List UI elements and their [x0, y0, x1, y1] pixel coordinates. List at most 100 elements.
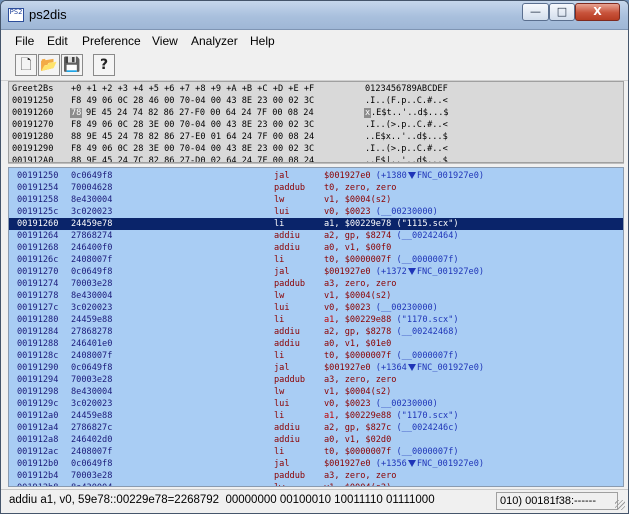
- hex-row[interactable]: 00191260 78 9E 45 24 74 82 86 27-F0 00 64 …: [9, 108, 623, 120]
- hex-row-ascii: ..E$|..'..d$...$: [365, 156, 448, 163]
- instruction-mnemonic: jal: [274, 363, 290, 373]
- instruction-comment: ("1170.scx"): [396, 315, 459, 325]
- instruction-address: 0019128c: [17, 351, 59, 361]
- instruction-operands: a0, v1, $01e0: [324, 339, 392, 349]
- instruction-row[interactable]: 0019129c 3c020023 lui v0, $0023 (__00230000…: [9, 398, 623, 410]
- instruction-row[interactable]: 001912ac 2408007f li t0, $0000007f (__00000…: [9, 446, 623, 458]
- instruction-row[interactable]: 0019125c 3c020023 lui v0, $0023 (__00230000…: [9, 206, 623, 218]
- instruction-operand-group: a1, $00229e78 ("1115.scx"): [324, 219, 459, 229]
- instruction-row[interactable]: 0019126c 2408007f li t0, $0000007f (__00000…: [9, 254, 623, 266]
- maximize-button[interactable]: □: [549, 3, 575, 21]
- menu-analyzer[interactable]: Analyzer: [191, 34, 238, 48]
- instruction-row[interactable]: 00191254 70004628 paddub t0, zero, zero: [9, 182, 623, 194]
- new-file-button[interactable]: 🗋: [15, 54, 37, 76]
- instruction-operands: , $00229e88: [334, 411, 392, 421]
- instruction-operands: a2, gp, $8278: [324, 327, 392, 337]
- help-button[interactable]: ?: [93, 54, 115, 76]
- instruction-row[interactable]: 00191294 70003e28 paddub a3, zero, zero: [9, 374, 623, 386]
- instruction-comment: (+1356: [375, 459, 407, 469]
- hex-row[interactable]: 001912A0 88 9E 45 24 7C 82 86 27-D0 02 64…: [9, 156, 623, 163]
- hex-row[interactable]: 00191270 F8 49 06 0C 28 3E 00 70-04 00 43…: [9, 120, 623, 132]
- jump-target-label[interactable]: FNC_001927e0): [417, 267, 484, 277]
- menu-preference[interactable]: Preference: [82, 34, 141, 48]
- main-window: PS2 ps2dis — □ X File Edit Preference Vi…: [0, 0, 629, 514]
- save-button[interactable]: 💾: [61, 54, 83, 76]
- close-button[interactable]: X: [575, 3, 620, 21]
- instruction-row[interactable]: 00191278 8e430004 lw v1, $0004(s2): [9, 290, 623, 302]
- menu-view[interactable]: View: [152, 34, 178, 48]
- hex-view[interactable]: Greet2Bs +0 +1 +2 +3 +4 +5 +6 +7 +8 +9 +…: [8, 81, 624, 163]
- instruction-row[interactable]: 0019128c 2408007f li t0, $0000007f (__00000…: [9, 350, 623, 362]
- jump-target-label[interactable]: FNC_001927e0): [417, 171, 484, 181]
- instruction-operands: t0, $0000007f: [324, 447, 392, 457]
- instruction-operands: a1, $00229e78: [324, 219, 392, 229]
- instruction-row[interactable]: 00191298 8e430004 lw v1, $0004(s2): [9, 386, 623, 398]
- instruction-operand-group: v1, $0004(s2): [324, 387, 391, 397]
- menu-help[interactable]: Help: [250, 34, 275, 48]
- hex-row[interactable]: 00191290 F8 49 06 0C 28 3E 00 70-04 00 43…: [9, 144, 623, 156]
- instruction-row[interactable]: 0019127c 3c020023 lui v0, $0023 (__00230000…: [9, 302, 623, 314]
- instruction-row[interactable]: 001912a4 2786827c addiu a2, gp, $827c (__00…: [9, 422, 623, 434]
- title-bar[interactable]: PS2 ps2dis — □ X: [1, 1, 628, 30]
- instruction-operand-group: v1, $0004(s2): [324, 483, 391, 486]
- instruction-address: 001912b0: [17, 459, 59, 469]
- disassembly-view[interactable]: 00191250 0c0649f8 jal $001927e0 (+1380 FNC_0…: [8, 167, 624, 487]
- hex-row[interactable]: 00191280 88 9E 45 24 78 82 86 27-E0 01 64…: [9, 132, 623, 144]
- instruction-address: 00191254: [17, 183, 59, 193]
- instruction-comment: (__0000007f): [396, 255, 459, 265]
- instruction-mnemonic: lw: [274, 483, 284, 486]
- instruction-hex: 246401e0: [71, 339, 113, 349]
- instruction-row[interactable]: 00191250 0c0649f8 jal $001927e0 (+1380 FNC_0…: [9, 170, 623, 182]
- instruction-row[interactable]: 00191268 246400f0 addiu a0, v1, $00f0: [9, 242, 623, 254]
- instruction-row[interactable]: 001912a0 24459e88 li a1, $00229e88 ("1170.s…: [9, 410, 623, 422]
- instruction-row[interactable]: 001912b4 70003e28 paddub a3, zero, zero: [9, 470, 623, 482]
- instruction-address: 001912a4: [17, 423, 59, 433]
- instruction-operands: t0, $0000007f: [324, 351, 392, 361]
- hex-selected-byte[interactable]: 78: [70, 108, 83, 118]
- instruction-address: 0019127c: [17, 303, 59, 313]
- highlighted-register: a1: [324, 411, 335, 421]
- instruction-hex: 0c0649f8: [71, 459, 113, 469]
- instruction-operand-group: a2, gp, $8278 (__00242468): [324, 327, 459, 337]
- hex-row[interactable]: 00191250 F8 49 06 0C 28 46 00 70-04 00 43…: [9, 96, 623, 108]
- instruction-row[interactable]: 00191280 24459e88 li a1, $00229e88 ("1170.s…: [9, 314, 623, 326]
- instruction-mnemonic: paddub: [274, 279, 306, 289]
- instruction-row[interactable]: 00191264 27868274 addiu a2, gp, $8274 (__00…: [9, 230, 623, 242]
- instruction-comment: (__00230000): [375, 399, 438, 409]
- menu-edit[interactable]: Edit: [47, 34, 68, 48]
- instruction-comment: (__00242468): [396, 327, 459, 337]
- hex-row-bytes: 88 9E 45 24 78 82 86 27-E0 01 64 24 7F 0…: [71, 132, 315, 142]
- hex-header-label: Greet2Bs: [12, 84, 54, 94]
- instruction-comment: ("1115.scx"): [396, 219, 459, 229]
- instruction-mnemonic: addiu: [274, 423, 300, 433]
- instruction-row[interactable]: 00191270 0c0649f8 jal $001927e0 (+1372 FNC_0…: [9, 266, 623, 278]
- instruction-row[interactable]: 001912b0 0c0649f8 jal $001927e0 (+1356 FNC_0…: [9, 458, 623, 470]
- hex-row-ascii: .E$t..'..d$...$: [371, 108, 449, 118]
- jump-target-label[interactable]: FNC_001927e0): [417, 363, 484, 373]
- instruction-operands: a3, zero, zero: [324, 279, 397, 289]
- jump-target-label[interactable]: FNC_001927e0): [417, 459, 484, 469]
- instruction-mnemonic: li: [274, 447, 285, 457]
- instruction-comment: ("1170.scx"): [396, 411, 459, 421]
- instruction-operands: a2, gp, $8274: [324, 231, 392, 241]
- instruction-row[interactable]: 00191288 246401e0 addiu a0, v1, $01e0: [9, 338, 623, 350]
- instruction-row[interactable]: 00191284 27868278 addiu a2, gp, $8278 (__00…: [9, 326, 623, 338]
- instruction-row[interactable]: 001912b8 8e430004 lw v1, $0004(s2): [9, 482, 623, 486]
- instruction-comment: (+1380: [375, 171, 407, 181]
- instruction-address: 00191280: [17, 315, 59, 325]
- resize-grip[interactable]: [615, 500, 625, 510]
- instruction-row[interactable]: 001912a8 246402d0 addiu a0, v1, $02d0: [9, 434, 623, 446]
- instruction-hex: 2408007f: [71, 351, 113, 361]
- instruction-address: 00191290: [17, 363, 59, 373]
- minimize-button[interactable]: —: [522, 3, 549, 21]
- instruction-comment: (__0024246c): [396, 423, 459, 433]
- instruction-address: 0019126c: [17, 255, 59, 265]
- open-file-button[interactable]: 📂: [38, 54, 60, 76]
- instruction-row[interactable]: 00191258 8e430004 lw v1, $0004(s2): [9, 194, 623, 206]
- selected-instruction-row[interactable]: 00191260 24459e78 li a1, $00229e78 ("1115.s…: [9, 218, 623, 230]
- instruction-row[interactable]: 00191290 0c0649f8 jal $001927e0 (+1364 FNC_0…: [9, 362, 623, 374]
- instruction-row[interactable]: 00191274 70003e28 paddub a3, zero, zero: [9, 278, 623, 290]
- menu-file[interactable]: File: [15, 34, 34, 48]
- instruction-hex: 27868274: [71, 231, 113, 241]
- status-address: 010) 00181f38:------: [496, 492, 618, 510]
